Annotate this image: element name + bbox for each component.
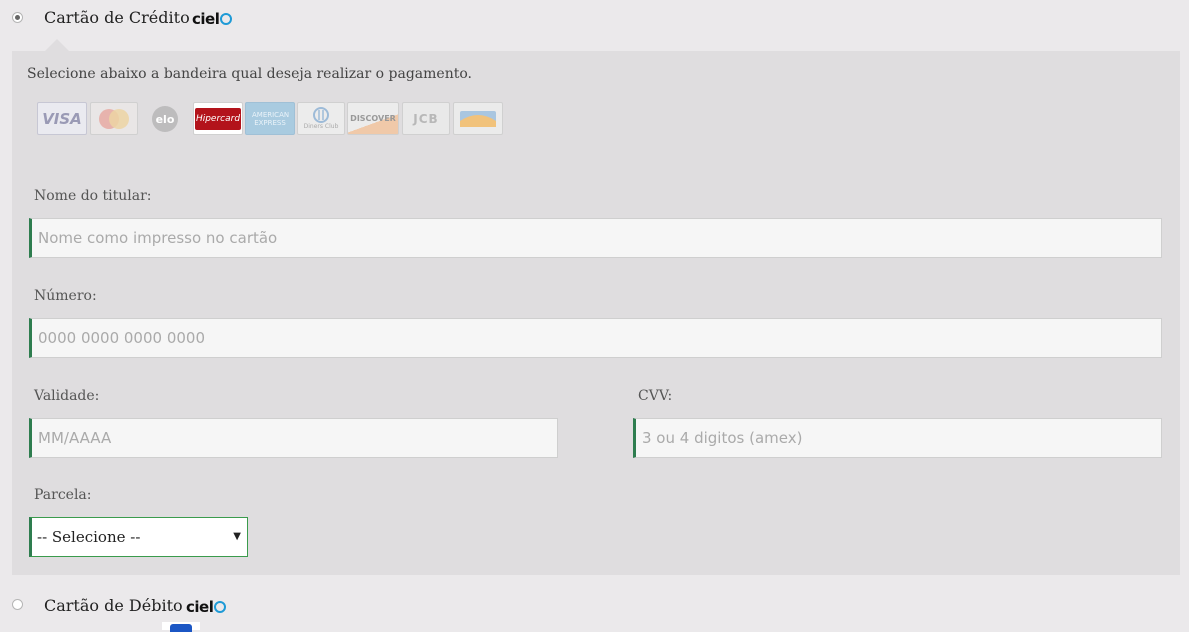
cvv-label: CVV: <box>638 388 673 404</box>
holder-label: Nome do titular: <box>34 188 152 204</box>
svg-text:elo: elo <box>156 113 175 126</box>
elo-icon[interactable]: elo <box>147 102 183 135</box>
visa-icon[interactable]: VISA <box>37 102 87 135</box>
brand-hint: Selecione abaixo a bandeira qual deseja … <box>27 66 472 82</box>
card-number-placeholder: 0000 0000 0000 0000 <box>38 329 205 347</box>
hipercard-icon[interactable]: Hipercard <box>193 102 243 135</box>
discover-icon[interactable]: DISCOVER <box>347 102 399 135</box>
cvv-input[interactable]: 3 ou 4 digitos (amex) <box>633 418 1162 458</box>
debit-card-radio[interactable] <box>12 599 23 610</box>
cvv-placeholder: 3 ou 4 digitos (amex) <box>642 429 803 447</box>
holder-placeholder: Nome como impresso no cartão <box>38 229 278 247</box>
holder-input[interactable]: Nome como impresso no cartão <box>29 218 1162 258</box>
installments-select[interactable]: -- Selecione -- ▼ <box>29 517 248 557</box>
aura-icon[interactable] <box>453 102 503 135</box>
jcb-icon[interactable]: JCB <box>402 102 450 135</box>
mastercard-icon[interactable] <box>90 102 138 135</box>
credit-card-panel <box>12 51 1180 575</box>
diners-icon[interactable]: Diners Club <box>297 102 345 135</box>
expiry-input[interactable]: MM/AAAA <box>29 418 558 458</box>
card-number-input[interactable]: 0000 0000 0000 0000 <box>29 318 1162 358</box>
cielo-logo-icon: cielociel <box>186 598 227 616</box>
chevron-down-icon: ▼ <box>233 531 241 542</box>
expiry-label: Validade: <box>34 388 100 404</box>
panel-caret <box>45 39 69 51</box>
installments-label: Parcela: <box>34 487 92 503</box>
amex-icon[interactable]: AMERICAN EXPRESS <box>245 102 295 135</box>
cielo-logo-icon: cielociel <box>192 10 233 28</box>
expiry-placeholder: MM/AAAA <box>38 429 112 447</box>
debit-card-label[interactable]: Cartão de Débito <box>44 596 183 615</box>
debit-brand-icon <box>162 622 200 632</box>
credit-card-radio[interactable] <box>12 12 23 23</box>
credit-card-label[interactable]: Cartão de Crédito <box>44 8 190 27</box>
number-label: Número: <box>34 288 97 304</box>
